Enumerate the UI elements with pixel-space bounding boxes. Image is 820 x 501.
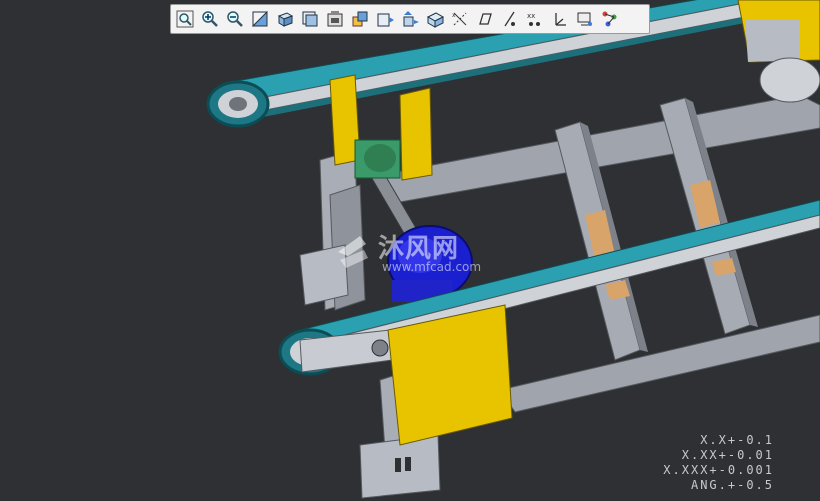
zoom-out-icon[interactable] bbox=[223, 7, 247, 31]
shaded-display-icon[interactable] bbox=[273, 7, 297, 31]
section-view-icon[interactable] bbox=[423, 7, 447, 31]
tolerance-line: X.XXX+-0.001 bbox=[663, 463, 774, 477]
tolerance-line: X.X+-0.1 bbox=[700, 433, 774, 447]
saved-views-icon[interactable] bbox=[298, 7, 322, 31]
svg-text:xx: xx bbox=[527, 12, 535, 20]
watermark-url: www.mfcad.com bbox=[382, 260, 482, 274]
watermark: 沐风网 www.mfcad.com bbox=[330, 228, 500, 278]
view-manager-icon[interactable] bbox=[323, 7, 347, 31]
named-views-icon[interactable] bbox=[348, 7, 372, 31]
tolerance-line: X.XX+-0.01 bbox=[681, 448, 774, 462]
previous-view-icon[interactable] bbox=[398, 7, 422, 31]
tolerance-table: X.X+-0.1 X.XX+-0.01 X.XXX+-0.001 ANG.+-0… bbox=[663, 433, 774, 493]
watermark-logo bbox=[338, 236, 368, 268]
zoom-in-icon[interactable] bbox=[198, 7, 222, 31]
refit-icon[interactable] bbox=[173, 7, 197, 31]
datum-axes-icon[interactable] bbox=[473, 7, 497, 31]
repaint-icon[interactable] bbox=[248, 7, 272, 31]
view-toolbar: x xx bbox=[170, 4, 650, 34]
datum-planes-icon[interactable]: x bbox=[448, 7, 472, 31]
spin-center-icon[interactable] bbox=[573, 7, 597, 31]
tolerance-line: ANG.+-0.5 bbox=[690, 478, 774, 492]
datum-points-icon[interactable] bbox=[498, 7, 522, 31]
standard-orientation-icon[interactable] bbox=[373, 7, 397, 31]
svg-text:x: x bbox=[452, 12, 456, 19]
appearance-icon[interactable] bbox=[598, 7, 622, 31]
top-right-parts bbox=[737, 0, 820, 103]
annotations-icon[interactable] bbox=[548, 7, 572, 31]
coordinate-systems-icon[interactable]: xx bbox=[523, 7, 547, 31]
